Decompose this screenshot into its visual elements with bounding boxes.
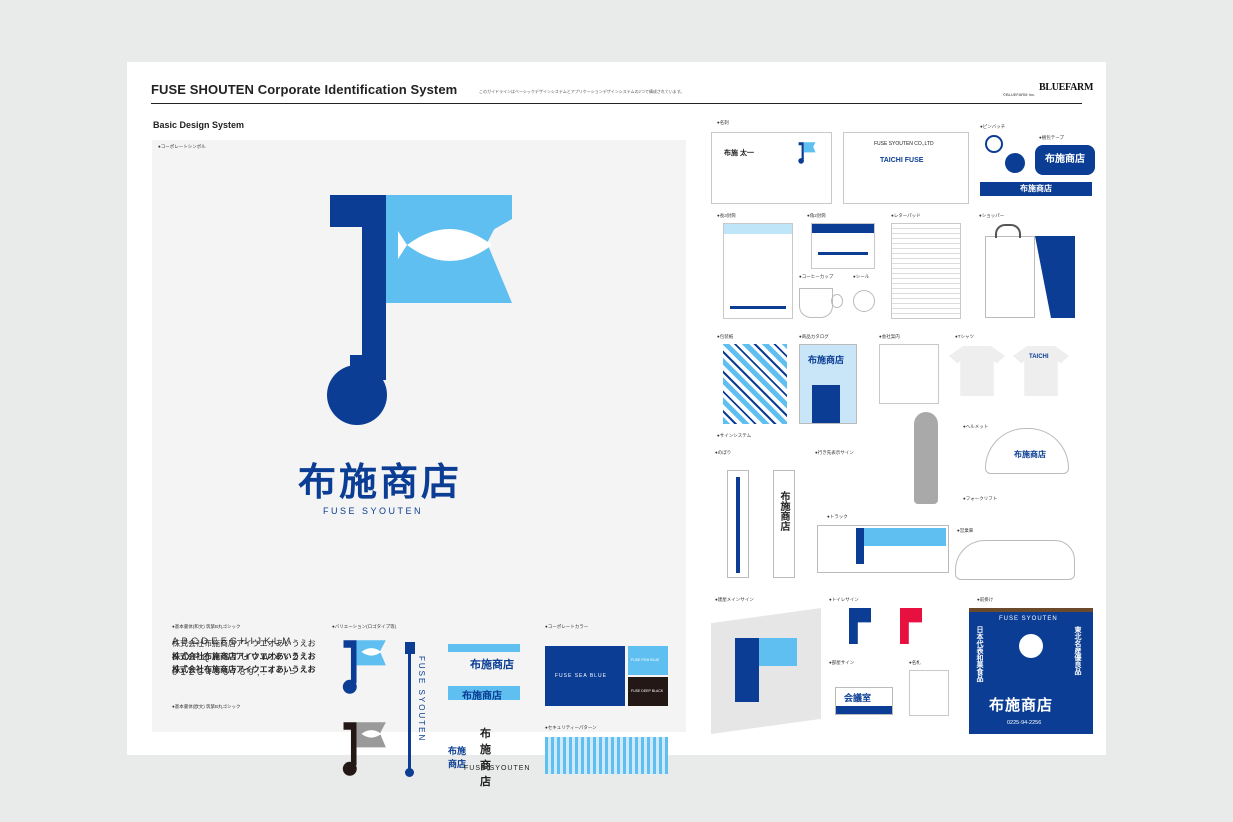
company-romaji: FUSE SYOUTEN: [323, 506, 424, 516]
packing-tape-strip: 布施商店: [980, 182, 1092, 196]
letterpad: [891, 223, 961, 319]
symbol-label: ●コーポレートシンボル: [158, 144, 206, 149]
business-card-label: ●名刺: [717, 120, 729, 125]
bag-label: ●ショッパー: [979, 213, 1005, 218]
basic-section-title: Basic Design System: [153, 120, 245, 130]
envelope-label: ●長3封筒: [717, 213, 736, 218]
helmet-label: ●ヘルメット: [963, 424, 989, 429]
sheet-title: FUSE SHOUTEN Corporate Identification Sy…: [151, 82, 458, 97]
main-sign-label: ●建屋メインサイン: [715, 597, 754, 602]
name-tag: [909, 670, 949, 716]
company-name-logotype: 布施商店: [298, 460, 463, 504]
packing-tape-roll: 布施商店: [1035, 145, 1095, 175]
romaji-logotype: FUSE SYOUTEN: [464, 765, 531, 772]
toilet-sign-label: ●トイレサイン: [829, 597, 859, 602]
cup-label: ●コーヒーカップ: [799, 274, 834, 279]
symbol-variation-mono-icon: [342, 722, 386, 776]
bluefarm-logo: BLUEFARM: [1039, 82, 1094, 93]
envelope2-label: ●角2封筒: [807, 213, 826, 218]
guide-sign-label: ●行き先表示サイン: [815, 450, 854, 455]
sheet-description: このガイドラインはベーシックデザインシステムとアプリケーションデザインシステムの…: [479, 89, 685, 94]
pin-badge-label: ●ピンバッチ: [980, 124, 1006, 129]
wrapping-paper: [723, 344, 787, 424]
truck: [817, 525, 949, 573]
variation-label: ●バリエーション(ロゴタイプ等): [332, 624, 397, 629]
symbol-variation-color-icon: [342, 640, 386, 694]
color-name-fish-blue: FUSE FISH BLUE: [631, 658, 660, 662]
vertical-romaji: FUSE SYOUTEN: [417, 656, 426, 743]
room-sign: 会議室: [835, 687, 893, 715]
tape-label: ●梱包テープ: [1039, 135, 1064, 140]
color-name-sea-blue: FUSE SEA BLUE: [555, 673, 607, 679]
envelope-wide: [811, 223, 875, 269]
building-main-sign: [711, 608, 821, 734]
car-label: ●営業車: [957, 528, 974, 533]
forklift-label: ●フォークリフト: [963, 496, 998, 501]
basic-design-panel: ●コーポレートシンボル 布施商店 FUSE SYOUTEN ●基本書体(和文) …: [152, 140, 686, 788]
letterpad-label: ●レターパッド: [891, 213, 921, 218]
envelope-long: [723, 223, 793, 319]
font-en-label: ●基本書体(欧文) 筑紫B丸ゴシック: [172, 704, 241, 709]
card-symbol-icon: [798, 142, 816, 164]
sales-car: [955, 540, 1075, 580]
wrap-label: ●包装紙: [717, 334, 734, 339]
tag-label: ●名札: [909, 660, 921, 665]
person-silhouette: [914, 412, 938, 504]
brochure-label: ●会社案内: [879, 334, 900, 339]
font-jp-label: ●基本書体(和文) 筑紫B丸ゴシック: [172, 624, 241, 629]
sign-system-label: ●サインシステム: [717, 433, 752, 438]
toilet-sign-female-icon: [900, 608, 922, 644]
toilet-sign-male-icon: [849, 608, 871, 644]
color-label: ●コーポレートカラー: [545, 624, 589, 629]
seal-label: ●シール: [853, 274, 870, 279]
cup-handle: [831, 294, 843, 308]
product-catalog: 布施商店: [799, 344, 857, 424]
apron-label: ●前掛け: [977, 597, 994, 602]
truck-label: ●トラック: [827, 514, 848, 519]
tshirt-front: [949, 346, 1005, 396]
horizontal-logotype-1: 布施商店: [448, 644, 520, 671]
catalog-label: ●商品カタログ: [799, 334, 829, 339]
tshirt-label: ●Tシャツ: [955, 334, 974, 339]
shop-curtain: FUSE SYOUTEN 日本代表和菓食品 東北名産優良品 布施商店 0225-…: [969, 608, 1093, 734]
pin-badge-2: [1005, 153, 1025, 173]
alphabet-specimen: ABCDEFGHIJKLM NOPQRSTUVWXYZ 0123456789,.…: [172, 636, 302, 678]
shopping-bag: [985, 224, 1081, 319]
pattern-label: ●セキュリティーパターン: [545, 725, 597, 730]
helmet: 布施商店: [985, 428, 1069, 474]
horizontal-logotype-2: 布施商店: [448, 686, 520, 702]
banner-flag-1: [727, 470, 749, 578]
color-name-deep-black: FUSE DEEP BLACK: [631, 689, 664, 693]
flag-label: ●のぼり: [715, 450, 732, 455]
business-card-back: FUSE SYOUTEN CO.,LTD TAICHI FUSE: [843, 132, 969, 204]
seal-sticker: [853, 290, 875, 312]
company-brochure: [879, 344, 939, 404]
tshirt-print-text: TAICHI: [1029, 354, 1049, 360]
ci-sheet: FUSE SHOUTEN Corporate Identification Sy…: [127, 62, 1106, 788]
coffee-cup: [799, 288, 833, 318]
room-sign-label: ●部屋サイン: [829, 660, 855, 665]
business-card-front: 布施 太一: [711, 132, 832, 204]
security-pattern: [545, 737, 668, 774]
header-divider: [151, 103, 1082, 104]
corporate-symbol-icon: [327, 195, 512, 425]
banner-flag-2: 布施商店: [773, 470, 795, 578]
vertical-logotype: FUSE SYOUTEN: [405, 642, 427, 782]
credit-text: ©BLUEFARM Inc.: [1003, 92, 1036, 97]
pin-badge-1: [985, 135, 1003, 153]
